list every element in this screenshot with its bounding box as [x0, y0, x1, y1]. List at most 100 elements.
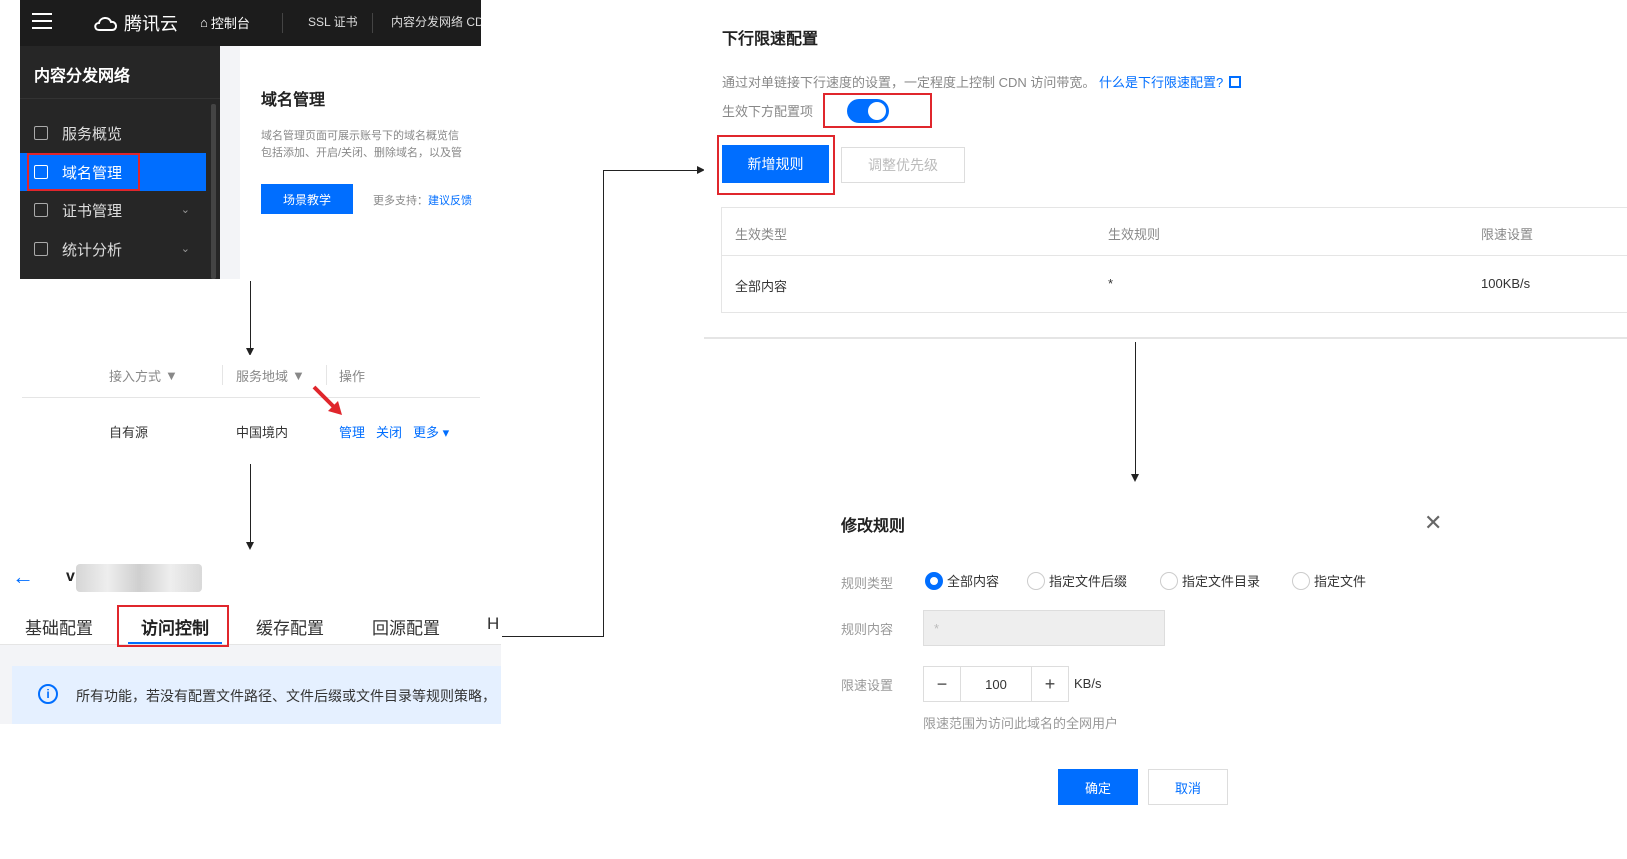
header-divider — [22, 397, 480, 398]
column-label: 接入方式 — [109, 369, 162, 384]
tab-basic[interactable]: 基础配置 — [25, 614, 93, 639]
more-label: 更多 — [413, 425, 440, 440]
radio-label: 指定文件后缀 — [1049, 574, 1128, 589]
tutorial-button[interactable]: 场景教学 — [261, 184, 353, 214]
radio-icon — [1292, 571, 1310, 590]
column-label: 操作 — [339, 369, 366, 384]
column-header-region[interactable]: 服务地域 ▼ — [236, 366, 305, 385]
limit-unit: KB/s — [1074, 676, 1102, 691]
column-header-type: 生效类型 — [735, 227, 788, 242]
column-header-limit: 限速设置 — [1481, 227, 1534, 242]
external-link-icon[interactable] — [1229, 76, 1242, 88]
domain-name: v — [66, 568, 75, 585]
close-icon[interactable]: ✕ — [1424, 510, 1442, 536]
chevron-down-icon: ⌄ — [180, 243, 190, 255]
description-text: 通过对单链接下行速度的设置，一定程度上控制 CDN 访问带宽。 — [722, 75, 1096, 90]
column-header-actions: 操作 — [339, 366, 365, 385]
flow-arrow — [1135, 342, 1136, 474]
chevron-down-icon: ⌄ — [180, 204, 190, 216]
limit-value-input[interactable]: 100 — [960, 667, 1032, 701]
console-home-label: 控制台 — [210, 16, 250, 31]
brand-name: 腾讯云 — [124, 14, 178, 34]
sidebar-title: 内容分发网络 — [34, 68, 131, 85]
radio-file-suffix[interactable]: 指定文件后缀 — [1027, 571, 1127, 590]
nav-ssl[interactable]: SSL 证书 — [308, 13, 358, 30]
cell-rule: * — [1108, 276, 1114, 291]
tab-cache[interactable]: 缓存配置 — [256, 614, 324, 639]
cell-type: 全部内容 — [735, 279, 788, 294]
notice-text: 所有功能，若没有配置文件路径、文件后缀或文件目录等规则策略， — [76, 688, 496, 704]
close-link[interactable]: 关闭 — [376, 422, 402, 441]
highlight-box — [117, 605, 229, 647]
column-divider — [326, 365, 327, 385]
cell-limit: 100KB/s — [1481, 276, 1531, 291]
sidebar-scrollbar[interactable] — [211, 104, 216, 279]
info-icon: i — [38, 684, 58, 704]
section-title: 下行限速配置 — [722, 31, 819, 48]
limit-stepper: − 100 + — [923, 666, 1069, 702]
flow-arrow — [502, 636, 604, 637]
rate-limit-panel: 下行限速配置 通过对单链接下行速度的设置，一定程度上控制 CDN 访问带宽。 什… — [704, 0, 1627, 340]
tab-more[interactable]: H — [487, 614, 499, 634]
highlight-box — [717, 135, 835, 195]
content-gutter — [220, 46, 240, 279]
card-title: 域名管理 — [261, 92, 326, 109]
column-header-rule: 生效规则 — [1108, 227, 1161, 242]
manage-link[interactable]: 管理 — [339, 422, 365, 441]
radio-icon — [1160, 571, 1178, 590]
cancel-button[interactable]: 取消 — [1148, 769, 1228, 805]
column-header-access[interactable]: 接入方式 ▼ — [109, 366, 178, 385]
domain-detail-panel: ← v 基础配置 访问控制 缓存配置 回源配置 H i 所有功能，若没有配置文件… — [0, 560, 501, 724]
confirm-button[interactable]: 确定 — [1058, 769, 1138, 805]
cell-access: 自有源 — [109, 425, 149, 440]
sidebar-item-certificate[interactable]: 证书管理 ⌄ — [20, 191, 206, 229]
more-dropdown[interactable]: 更多 ▾ — [413, 422, 449, 441]
adjust-priority-button[interactable]: 调整优先级 — [841, 147, 965, 183]
certificate-icon — [34, 203, 48, 217]
sidebar-item-stats[interactable]: 统计分析 ⌄ — [20, 230, 206, 268]
filter-icon[interactable]: ▼ — [292, 368, 305, 383]
domain-management-card: 域名管理 域名管理页面可展示账号下的域名概览信 包括添加、开启/关闭、删除域名，… — [240, 46, 481, 279]
rules-table: 生效类型 生效规则 限速设置 全部内容 * 100KB/s — [721, 207, 1627, 313]
console-home-link[interactable]: ⌂ 控制台 — [200, 13, 250, 32]
radio-label: 指定文件 — [1314, 574, 1367, 589]
radio-file-directory[interactable]: 指定文件目录 — [1160, 571, 1260, 590]
radio-all-content[interactable]: 全部内容 — [925, 571, 999, 590]
nav-divider — [282, 13, 283, 33]
nav-cdn[interactable]: 内容分发网络 CD — [391, 13, 481, 30]
top-nav-bar: 腾讯云 ⌂ 控制台 SSL 证书 内容分发网络 CD — [20, 0, 481, 46]
flow-arrow — [603, 170, 604, 637]
sidebar-item-label: 统计分析 — [62, 241, 123, 259]
filter-icon[interactable]: ▼ — [165, 368, 178, 383]
rule-content-label: 规则内容 — [841, 622, 894, 637]
info-notice: i 所有功能，若没有配置文件路径、文件后缀或文件目录等规则策略， — [12, 666, 501, 724]
modify-rule-dialog: 修改规则 ✕ 规则类型 全部内容 指定文件后缀 指定文件目录 指定文件 规则内容… — [824, 490, 1464, 830]
highlight-box — [27, 153, 140, 191]
limit-label: 限速设置 — [841, 678, 894, 693]
back-arrow-icon[interactable]: ← — [12, 564, 34, 590]
arrow-head — [246, 542, 254, 550]
brand-logo[interactable]: 腾讯云 — [92, 10, 178, 36]
tab-origin[interactable]: 回源配置 — [372, 614, 440, 639]
help-link[interactable]: 什么是下行限速配置? — [1099, 75, 1223, 90]
home-icon: ⌂ — [200, 15, 208, 30]
sidebar-item-label: 服务概览 — [62, 125, 123, 143]
arrow-head — [1131, 474, 1139, 482]
sidebar-item-overview[interactable]: 服务概览 — [20, 114, 206, 152]
table-header: 生效类型 生效规则 限速设置 — [722, 208, 1627, 256]
domain-list-table: 接入方式 ▼ 服务地域 ▼ 操作 自有源 中国境内 管理 关闭 更多 ▾ — [22, 355, 480, 462]
rule-content-input[interactable]: * — [923, 610, 1165, 646]
minus-icon[interactable]: − — [924, 667, 960, 701]
menu-icon[interactable] — [32, 13, 52, 31]
section-description: 通过对单链接下行速度的设置，一定程度上控制 CDN 访问带宽。 什么是下行限速配… — [722, 72, 1242, 91]
radio-label: 全部内容 — [947, 574, 1000, 589]
radio-file[interactable]: 指定文件 — [1292, 571, 1366, 590]
feedback-link[interactable]: 建议反馈 — [428, 195, 472, 207]
domain-name-redacted — [76, 564, 202, 592]
sidebar-divider — [20, 98, 220, 99]
plus-icon[interactable]: + — [1032, 667, 1068, 701]
caret-down-icon: ▾ — [442, 425, 450, 440]
sidebar-item-label: 证书管理 — [62, 202, 123, 220]
dashboard-icon — [34, 126, 48, 140]
cell-region: 中国境内 — [236, 425, 289, 440]
